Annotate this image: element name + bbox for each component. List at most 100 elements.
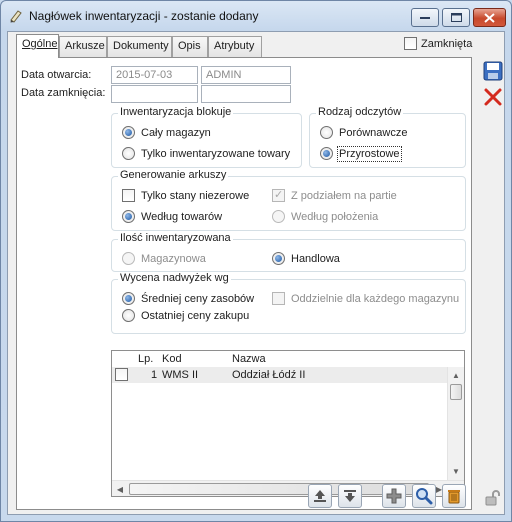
group-title: Ilość inwentaryzowana [118,232,233,244]
lock-button[interactable] [482,487,504,509]
add-icon [386,488,402,504]
option-label: Średniej ceny zasobów [141,292,255,305]
generate-group: Generowanie arkuszy Tylko stany niezerow… [111,169,466,231]
open-user-field[interactable]: ADMIN [201,66,291,84]
option-comparative[interactable]: Porównawcze [320,126,407,139]
option-label: Tylko inwentaryzowane towary [141,147,291,160]
close-icon [484,12,495,23]
zoom-icon [416,488,433,505]
radio-button[interactable] [320,147,333,160]
cancel-icon [484,88,502,106]
blocks-group: Inwentaryzacja blokuje Cały magazyn Tylk… [111,106,302,168]
option-separately-per-warehouse: Oddzielnie dla każdego magazynu [272,292,459,305]
tab-label: Opis [178,40,201,52]
option-commercial-quantity[interactable]: Handlowa [272,252,340,265]
table-row[interactable]: 1 WMS II Oddział Łódź II [112,367,464,383]
valuation-group: Wycena nadwyżek wg Średniej ceny zasobów… [111,272,466,334]
column-header-lp[interactable]: Lp. [138,353,153,365]
title-bar[interactable]: Nagłówek inwentaryzacji - zostanie dodan… [1,1,511,31]
option-average-price[interactable]: Średniej ceny zasobów [122,292,254,305]
tab-arkusze[interactable]: Arkusze [59,36,107,57]
vertical-scrollbar[interactable]: ▲ ▼ [447,367,464,480]
tab-label: Dokumenty [113,40,169,52]
import-icon [344,490,356,502]
client-area: Ogólne Arkusze Dokumenty Opis Atrybuty Z… [7,31,505,515]
group-title: Generowanie arkuszy [118,169,229,181]
pencil-icon [10,10,22,23]
group-title: Inwentaryzacja blokuje [118,106,234,118]
radio-button [122,252,135,265]
option-label: Cały magazyn [141,126,211,139]
column-header-nazwa[interactable]: Nazwa [232,353,266,365]
maximize-button[interactable] [442,8,470,27]
checkbox-box [272,188,285,202]
cell-kod: WMS II [162,369,199,381]
quantity-group: Ilość inwentaryzowana Magazynowa Handlow… [111,232,466,272]
lock-icon [485,490,500,506]
option-by-batch: Z podziałem na partie [272,188,397,202]
maximize-icon [450,13,462,22]
tab-label: Ogólne [22,38,58,50]
checkbox-box[interactable] [122,189,135,202]
tab-dokumenty[interactable]: Dokumenty [107,36,172,57]
option-label: Przyrostowe [337,145,402,162]
option-label: Magazynowa [141,252,206,265]
tab-label: Arkusze [65,40,105,52]
option-last-purchase-price[interactable]: Ostatniej ceny zakupu [122,309,249,322]
delete-button[interactable] [442,484,466,508]
row-checkbox[interactable] [115,368,128,381]
checkbox-box[interactable] [404,37,417,50]
radio-button[interactable] [272,252,285,265]
closed-label: Zamknięta [421,37,473,50]
add-button[interactable] [382,484,406,508]
option-whole-warehouse[interactable]: Cały magazyn [122,126,211,139]
minimize-button[interactable] [411,8,439,27]
cancel-button[interactable] [482,86,504,108]
warehouses-table: Lp. Kod Nazwa 1 WMS II Oddział Łódź II ▲… [111,350,465,497]
radio-button[interactable] [320,126,333,139]
close-date-field[interactable] [111,85,198,103]
scroll-up-icon[interactable]: ▲ [448,367,464,383]
option-only-nonzero[interactable]: Tylko stany niezerowe [122,189,249,202]
closed-checkbox[interactable]: Zamknięta [404,37,472,50]
option-incremental[interactable]: Przyrostowe [320,145,402,162]
reading-group: Rodzaj odczytów Porównawcze Przyrostowe [309,106,466,168]
open-date-label: Data otwarcia: [21,69,92,81]
window: Nagłówek inwentaryzacji - zostanie dodan… [0,0,512,522]
option-label: Według towarów [141,210,223,223]
save-button[interactable] [482,60,504,82]
option-warehouse-quantity: Magazynowa [122,252,206,265]
tab-opis[interactable]: Opis [172,36,208,57]
table-header: Lp. Kod Nazwa [112,351,464,367]
checkbox-box [272,292,285,305]
option-label: Z podziałem na partie [291,189,397,202]
option-label: Porównawcze [339,126,408,139]
radio-button[interactable] [122,210,135,223]
zoom-button[interactable] [412,484,436,508]
tab-ogolne[interactable]: Ogólne [16,34,59,58]
scroll-left-icon[interactable]: ◀ [112,481,128,497]
open-date-field[interactable]: 2015-07-03 [111,66,198,84]
cell-nazwa: Oddział Łódź II [232,369,306,381]
option-by-goods[interactable]: Według towarów [122,210,222,223]
minimize-icon [420,16,430,19]
radio-button[interactable] [122,147,135,160]
option-label: Tylko stany niezerowe [141,189,250,202]
tab-atrybuty[interactable]: Atrybuty [208,36,262,57]
export-button[interactable] [308,484,332,508]
save-icon [483,61,503,81]
column-header-kod[interactable]: Kod [162,353,182,365]
option-only-counted-goods[interactable]: Tylko inwentaryzowane towary [122,147,290,160]
group-title: Rodzaj odczytów [316,106,404,118]
close-button[interactable] [473,8,506,27]
radio-button[interactable] [122,309,135,322]
general-panel: Data otwarcia: 2015-07-03 ADMIN Data zam… [16,57,472,510]
radio-button[interactable] [122,292,135,305]
scroll-down-icon[interactable]: ▼ [448,463,464,479]
close-user-field[interactable] [201,85,291,103]
radio-button[interactable] [122,126,135,139]
option-label: Oddzielnie dla każdego magazynu [291,292,460,305]
option-label: Według położenia [291,210,379,223]
scroll-thumb[interactable] [450,384,462,400]
import-button[interactable] [338,484,362,508]
